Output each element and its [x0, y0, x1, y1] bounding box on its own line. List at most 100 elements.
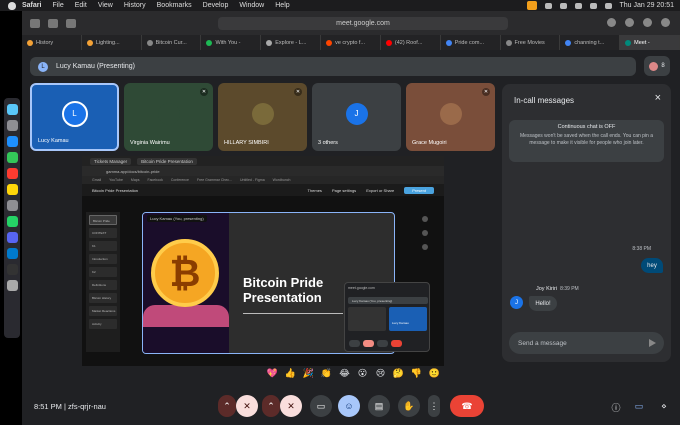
browser-tab[interactable]: channing t... — [560, 35, 621, 50]
raise-hand-button[interactable]: ✋ — [398, 395, 420, 417]
present-button: Present — [404, 186, 434, 194]
notes-icon[interactable] — [6, 184, 18, 195]
bookmark: YouTube — [109, 178, 123, 182]
app-icon[interactable] — [6, 264, 18, 275]
browser-tab[interactable]: Free Movies — [501, 35, 561, 50]
calendar-icon[interactable] — [6, 168, 18, 179]
audio-icon[interactable] — [526, 1, 537, 10]
reactions-button[interactable]: ☺ — [338, 395, 360, 417]
participant-tile[interactable]: Virginia Wairimu ✕ — [124, 83, 213, 151]
browser-tab[interactable]: Lighting... — [82, 35, 142, 50]
browser-tab[interactable]: Pride com... — [441, 35, 501, 50]
video-options-button[interactable]: ⌃ — [262, 395, 280, 417]
audio-options-button[interactable]: ⌃ — [218, 395, 236, 417]
menu-window[interactable]: Window — [239, 2, 264, 9]
browser-tab[interactable]: History — [22, 35, 82, 50]
battery-icon[interactable] — [559, 2, 567, 9]
browser-tab[interactable]: Explore - L... — [261, 35, 322, 50]
bookmark: Wordbunch — [272, 178, 291, 182]
menu-view[interactable]: View — [98, 2, 113, 9]
discord-icon[interactable] — [6, 232, 18, 243]
avatar — [439, 102, 462, 125]
forward-icon[interactable] — [66, 18, 76, 28]
download-icon[interactable] — [607, 18, 616, 27]
participant-name: 3 others — [318, 140, 338, 146]
settings-icon[interactable] — [6, 200, 18, 211]
captions-button[interactable]: ▤ — [368, 395, 390, 417]
camera-toggle-button[interactable]: ✕ — [280, 395, 302, 417]
mic-toggle-button[interactable]: ✕ — [236, 395, 258, 417]
browser-tab-label: channing t... — [574, 39, 605, 46]
back-icon[interactable] — [48, 18, 58, 28]
safari-icon[interactable] — [6, 136, 18, 147]
browser-tab[interactable]: (42) Roof... — [381, 35, 441, 50]
reaction-emoji[interactable]: 😮 — [356, 368, 369, 381]
present-icon: ▭ — [316, 400, 326, 411]
slide-thumbnail: Introduction — [89, 254, 117, 264]
participant-tile[interactable]: L Lucy Kamau — [30, 83, 119, 151]
activities-icon[interactable]: ⋄ — [658, 401, 670, 412]
menu-edit[interactable]: Edit — [75, 2, 87, 9]
emoji-icon: ☺ — [344, 401, 354, 411]
reaction-emoji[interactable]: 👏 — [320, 368, 333, 381]
menu-file[interactable]: File — [52, 2, 63, 9]
apple-icon[interactable] — [8, 1, 16, 10]
vpn-icon[interactable] — [544, 2, 552, 9]
toolbar-actions — [607, 18, 670, 27]
sidebar-toggle-icon[interactable] — [30, 18, 40, 28]
reaction-emoji[interactable]: 😂 — [338, 368, 351, 381]
launchpad-icon[interactable] — [6, 120, 18, 131]
chat-notice-title: Continuous chat is OFF — [557, 124, 616, 130]
mic-off-icon: ✕ — [482, 88, 490, 96]
new-tab-icon[interactable] — [643, 18, 652, 27]
browser-tab-label: ve crypto f... — [335, 39, 366, 46]
browser-tab[interactable]: With You - — [201, 35, 262, 50]
shared-tab: Tickets Manager — [90, 157, 132, 165]
more-options-button[interactable]: ⋮ — [428, 395, 440, 417]
people-button[interactable]: 8 — [644, 56, 670, 76]
finder-icon[interactable] — [6, 104, 18, 115]
present-screen-button[interactable]: ▭ — [310, 395, 332, 417]
trash-icon[interactable] — [6, 280, 18, 291]
participant-tile[interactable]: Grace Mugoiri ✕ — [406, 83, 495, 151]
pip-self-tile: Lucy Kamau — [389, 307, 427, 331]
control-center-icon[interactable] — [604, 2, 612, 9]
favicon-icon — [206, 39, 213, 46]
reaction-emoji[interactable]: 🎉 — [302, 368, 315, 381]
participant-tile[interactable]: HILLARY SIMBIRI ✕ — [218, 83, 307, 151]
search-icon[interactable] — [589, 2, 597, 9]
participant-tile[interactable]: J 3 others — [312, 83, 401, 151]
browser-tab[interactable]: Bitcoin Cur... — [142, 35, 202, 50]
reaction-emoji[interactable]: 💖 — [266, 368, 279, 381]
message-time: 8:38 PM — [632, 246, 651, 252]
menu-help[interactable]: Help — [275, 2, 289, 9]
tab-overview-icon[interactable] — [661, 18, 670, 27]
info-icon[interactable]: ⓘ — [610, 401, 622, 414]
wifi-icon[interactable] — [574, 2, 582, 9]
reaction-emoji[interactable]: 🙂 — [428, 368, 441, 381]
dock — [4, 98, 20, 338]
chat-icon[interactable]: ▭ — [633, 401, 645, 412]
reaction-emoji[interactable]: 👍 — [284, 368, 297, 381]
menu-develop[interactable]: Develop — [203, 2, 229, 9]
menu-app[interactable]: Safari — [22, 2, 41, 9]
message-input[interactable]: Send a message — [509, 332, 664, 354]
share-icon[interactable] — [625, 18, 634, 27]
whatsapp-icon[interactable] — [6, 216, 18, 227]
menu-bookmarks[interactable]: Bookmarks — [157, 2, 192, 9]
reaction-emoji[interactable]: 👎 — [410, 368, 423, 381]
reaction-emoji[interactable]: 🤔 — [392, 368, 405, 381]
browser-tab[interactable]: Meet - — [620, 35, 680, 50]
pip-hangup-icon — [391, 340, 402, 347]
address-bar[interactable]: meet.google.com — [218, 17, 508, 30]
browser-tab[interactable]: ve crypto f... — [321, 35, 381, 50]
messages-icon[interactable] — [6, 152, 18, 163]
leave-call-button[interactable]: ☎ — [450, 395, 484, 417]
sender-name: Joy Kiriri — [536, 286, 558, 292]
reaction-emoji[interactable]: 😢 — [374, 368, 387, 381]
vscode-icon[interactable] — [6, 248, 18, 259]
close-icon[interactable]: × — [655, 93, 661, 104]
send-icon[interactable] — [649, 339, 656, 347]
menu-history[interactable]: History — [124, 2, 146, 9]
browser-tab-label: History — [36, 39, 54, 46]
